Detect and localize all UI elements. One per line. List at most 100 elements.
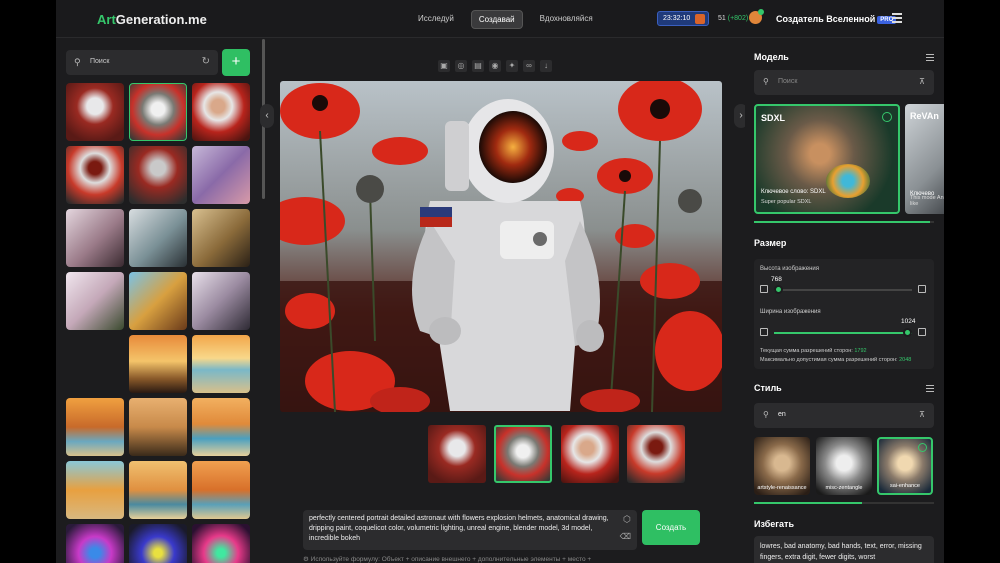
gallery-thumb[interactable]: [129, 209, 187, 267]
chameleon-art: [826, 164, 870, 198]
create-button[interactable]: Создать: [642, 510, 700, 545]
hint-text: Используйте формулу: Объект + описание в…: [310, 556, 592, 563]
logo-art: Art: [97, 12, 116, 27]
gallery-thumb[interactable]: [192, 461, 250, 519]
timer-text: 23:32:10: [663, 15, 691, 22]
style-card[interactable]: misc-zentangle: [816, 437, 872, 495]
style-card-selected[interactable]: sai-enhance: [877, 437, 933, 495]
landscape-icon: [918, 328, 926, 336]
style-search-input[interactable]: ⚲ en ⊼: [754, 403, 934, 428]
variant-thumb-selected[interactable]: [494, 425, 552, 483]
right-settings-panel: Модель ⚲ Поиск ⊼ SDXL Ключевое слово: SD…: [745, 39, 944, 563]
list-icon[interactable]: [926, 385, 934, 393]
size-panel: Высота изображения 768 Ширина изображени…: [754, 259, 934, 369]
main-nav: Исследуй Создавай Вдохновляйся: [411, 10, 600, 29]
portrait-icon: [760, 328, 768, 336]
gallery-thumb[interactable]: [192, 335, 250, 393]
clear-filter-icon[interactable]: ⊼: [919, 410, 925, 419]
hamburger-menu-icon[interactable]: [892, 13, 902, 23]
timer-badge[interactable]: 23:32:10: [657, 11, 709, 26]
width-label: Ширина изображения: [760, 309, 821, 315]
nav-create[interactable]: Создавай: [470, 10, 523, 29]
app-window: ArtGeneration.me Исследуй Создавай Вдохн…: [56, 0, 944, 563]
download-icon[interactable]: ↓: [540, 60, 552, 72]
gallery-icon[interactable]: ▣: [438, 60, 450, 72]
gallery-thumb[interactable]: [66, 524, 124, 563]
model-card-sdxl[interactable]: SDXL Ключевое слово: SDXL Super popular …: [754, 104, 900, 214]
avoid-title: Избегать: [754, 519, 794, 529]
clear-icon[interactable]: ⌫: [620, 532, 631, 542]
refresh-icon[interactable]: ↻: [202, 56, 210, 67]
variant-thumb[interactable]: [561, 425, 619, 483]
gallery-thumb[interactable]: [66, 398, 124, 456]
top-bar: ArtGeneration.me Исследуй Создавай Вдохн…: [56, 0, 944, 38]
coin-icon[interactable]: [749, 9, 764, 24]
width-slider-knob[interactable]: [903, 328, 912, 337]
gallery-thumb[interactable]: [192, 272, 250, 330]
palette-icon[interactable]: ◉: [489, 60, 501, 72]
gallery-thumb[interactable]: [129, 524, 187, 563]
width-value: 1024: [901, 318, 916, 325]
sum-line: Текущая сумма разрешений сторон: 1792: [760, 348, 867, 354]
gallery-search-input[interactable]: ⚲ Поиск ↻: [66, 50, 218, 75]
model-name: ReVAn: [910, 111, 939, 121]
astronaut-image: [280, 81, 722, 412]
model-search-input[interactable]: ⚲ Поиск ⊼: [754, 70, 934, 95]
logo-domain: .me: [184, 12, 207, 27]
height-slider[interactable]: [774, 285, 912, 294]
gallery-thumb[interactable]: [129, 335, 187, 393]
credits: 51 (+802): [718, 15, 748, 22]
gallery-thumb[interactable]: [192, 146, 250, 204]
size-title: Размер: [754, 238, 787, 248]
model-keyword: Ключевое слово: SDXL: [761, 189, 826, 195]
link-icon[interactable]: ∞: [523, 60, 535, 72]
logo[interactable]: ArtGeneration.me: [97, 12, 207, 27]
center-workspace: ▣ ◎ ▤ ◉ ✦ ∞ ↓ ‹ › perfectly centered por…: [260, 39, 748, 563]
gallery-thumb[interactable]: [192, 83, 250, 141]
prompt-input[interactable]: perfectly centered portrait detailed ast…: [303, 510, 637, 550]
wand-icon[interactable]: ✦: [506, 60, 518, 72]
model-name: SDXL: [761, 113, 786, 123]
gallery-thumb[interactable]: [192, 524, 250, 563]
style-card[interactable]: artstyle-renaissance: [754, 437, 810, 495]
nav-explore[interactable]: Исследуй: [411, 10, 461, 29]
gallery-thumb[interactable]: [66, 461, 124, 519]
gallery-thumb[interactable]: [66, 272, 124, 330]
style-scroll-progress: [754, 502, 934, 504]
negative-prompt-input[interactable]: lowres, bad anatomy, bad hands, text, er…: [754, 536, 934, 563]
gallery-thumb[interactable]: [129, 461, 187, 519]
add-button[interactable]: +: [222, 49, 250, 76]
clear-filter-icon[interactable]: ⊼: [919, 77, 925, 86]
image-icon[interactable]: ▤: [472, 60, 484, 72]
check-icon: [918, 443, 927, 452]
gallery-thumb[interactable]: [66, 83, 124, 141]
width-slider[interactable]: [774, 328, 912, 337]
model-scroll-progress: [754, 221, 934, 223]
search-icon: ⚲: [74, 57, 81, 67]
gallery-thumb[interactable]: [66, 146, 124, 204]
model-card-revan[interactable]: ReVAn Ключево This mode Anime-like: [905, 104, 944, 214]
list-icon[interactable]: [926, 54, 934, 62]
search-icon: ⚲: [763, 410, 769, 419]
credits-bonus: (+802): [727, 15, 749, 22]
model-desc: This mode Anime-like: [910, 195, 944, 207]
gallery-thumb[interactable]: [192, 209, 250, 267]
user-name[interactable]: Создатель Вселенной PRO: [776, 14, 897, 24]
gallery-thumb[interactable]: [192, 398, 250, 456]
gallery-thumb[interactable]: [66, 209, 124, 267]
sum-label: Текущая сумма разрешений сторон:: [760, 348, 853, 354]
variant-thumb[interactable]: [428, 425, 486, 483]
gallery-thumb[interactable]: [129, 146, 187, 204]
image-toolbar: ▣ ◎ ▤ ◉ ✦ ∞ ↓: [438, 60, 552, 72]
gallery-thumb[interactable]: [129, 398, 187, 456]
height-slider-knob[interactable]: [774, 285, 783, 294]
cube-icon[interactable]: ⬡: [623, 514, 631, 524]
nav-inspire[interactable]: Вдохновляйся: [533, 10, 600, 29]
variant-thumb[interactable]: [627, 425, 685, 483]
gallery-thumb[interactable]: [129, 272, 187, 330]
max-value: 2048: [899, 357, 912, 363]
target-icon[interactable]: ◎: [455, 60, 467, 72]
prev-arrow-icon[interactable]: ‹: [260, 104, 274, 128]
max-line: Максимально допустимая сумма разрешений …: [760, 357, 911, 363]
gallery-thumb[interactable]: [129, 83, 187, 141]
